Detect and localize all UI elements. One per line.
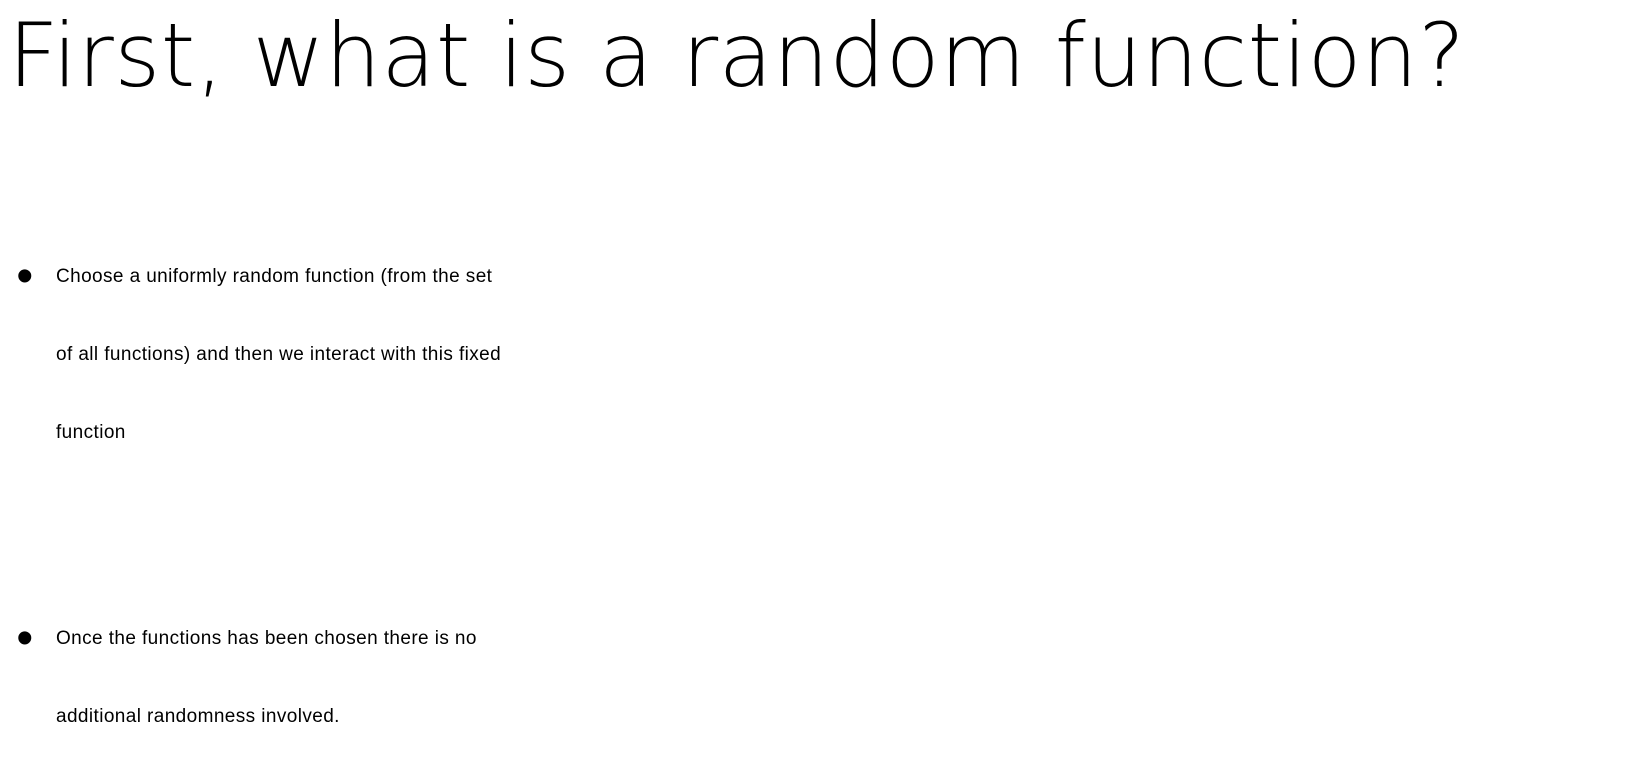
slide-title: First, what is a random function? bbox=[8, 4, 1466, 107]
bullet-2-line-1: Once the functions has been chosen there… bbox=[56, 628, 477, 649]
bullet-1-line-2: of all functions) and then we interact w… bbox=[56, 344, 502, 365]
bullet-1-line-1: Choose a uniformly random function (from… bbox=[56, 266, 493, 287]
bullet-2-line-2: additional randomness involved. bbox=[56, 706, 340, 727]
bullet-list: • Choose a uniformly random function (fr… bbox=[0, 238, 1626, 756]
slide: First, what is a random function? • Choo… bbox=[0, 0, 1626, 782]
bullet-1-line-3: function bbox=[56, 422, 126, 443]
bullet-item-2: • Once the functions has been chosen the… bbox=[0, 600, 1626, 756]
bullet-item-1: • Choose a uniformly random function (fr… bbox=[0, 238, 1626, 472]
bullet-dot-icon: • bbox=[16, 612, 34, 665]
bullet-dot-icon: • bbox=[16, 250, 34, 303]
